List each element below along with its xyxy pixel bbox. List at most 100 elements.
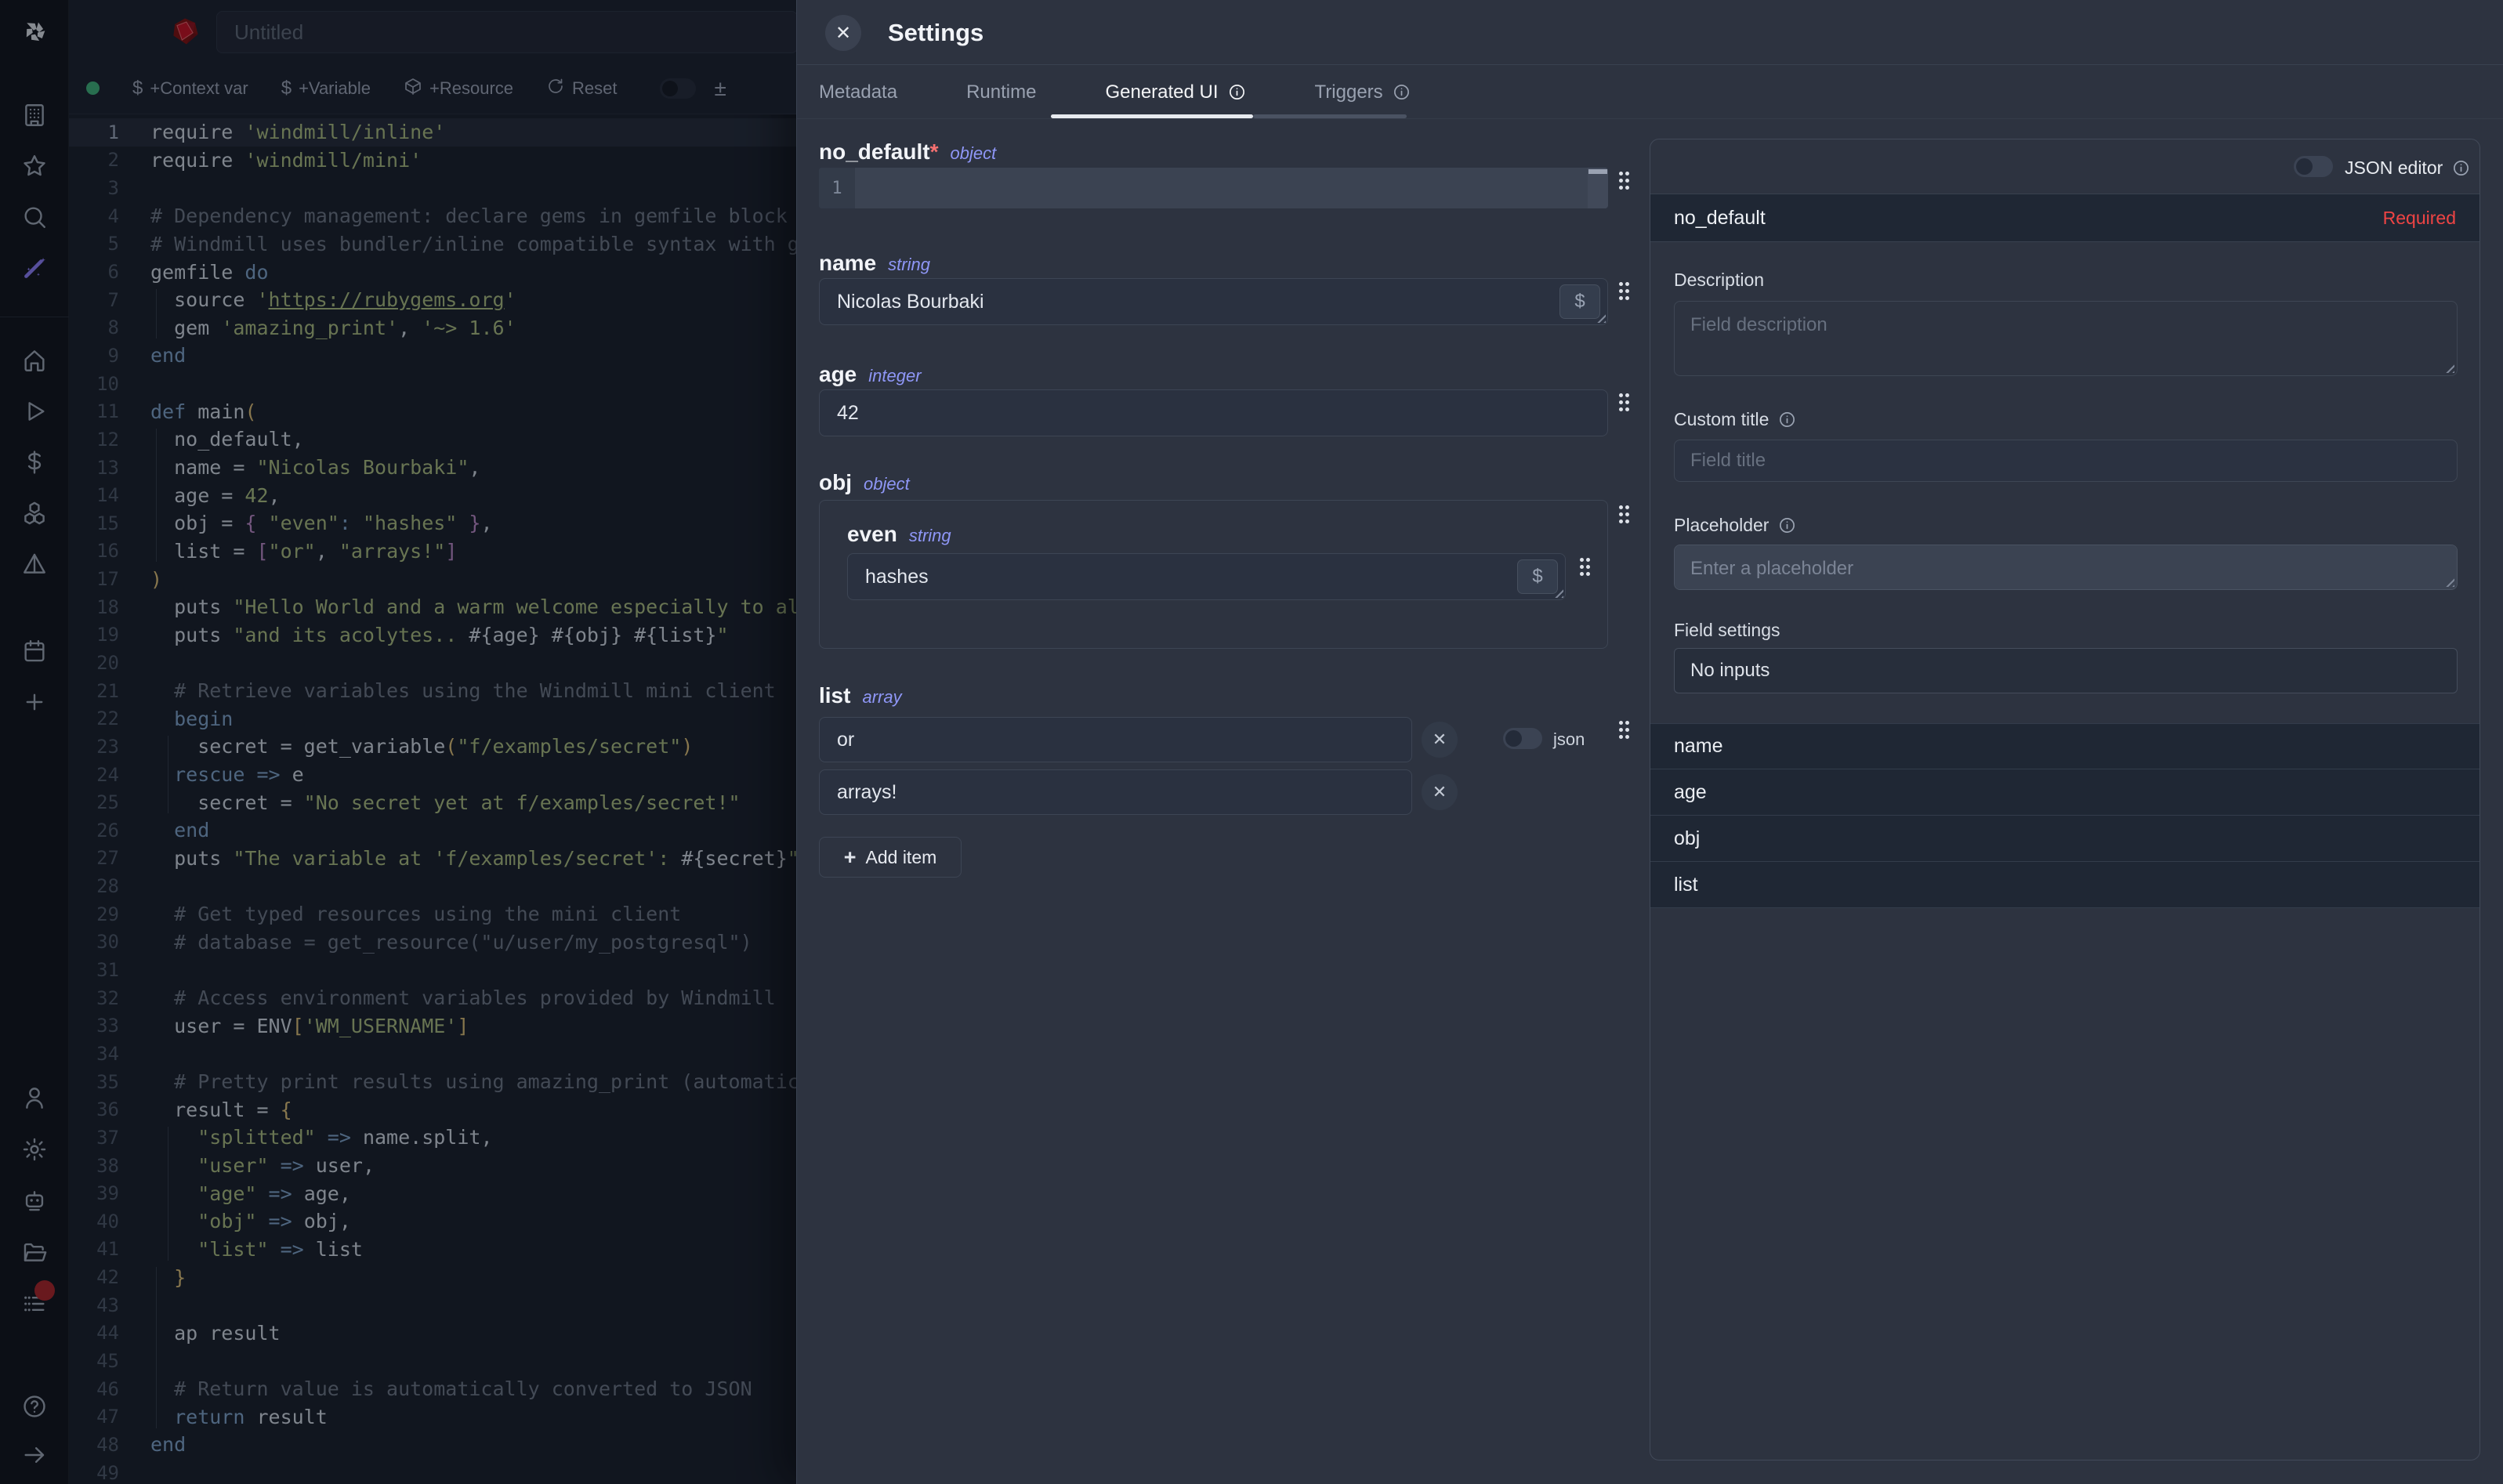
code-line[interactable]: 21 # Retrieve variables using the Windmi… <box>69 677 796 705</box>
tab-generated-ui[interactable]: Generated UI <box>1105 81 1245 103</box>
code-line[interactable]: 26 end <box>69 816 796 845</box>
drag-handle-age[interactable] <box>1619 393 1629 412</box>
search-icon[interactable] <box>20 203 49 231</box>
code-line[interactable]: 19 puts "and its acolytes.. #{age} #{obj… <box>69 621 796 650</box>
code-line[interactable]: 7 source 'https://rubygems.org' <box>69 286 796 314</box>
info-icon[interactable] <box>1228 83 1246 101</box>
field-row-age[interactable]: age <box>1650 769 2479 816</box>
play-icon[interactable] <box>20 397 49 425</box>
code-line[interactable]: 25 secret = "No secret yet at f/examples… <box>69 788 796 816</box>
code-line[interactable]: 29 # Get typed resources using the mini … <box>69 900 796 928</box>
list-menu-icon[interactable] <box>20 1290 49 1318</box>
code-line[interactable]: 44 ap result <box>69 1319 796 1348</box>
code-line[interactable]: 18 puts "Hello World and a warm welcome … <box>69 593 796 621</box>
placeholder-textarea[interactable] <box>1674 545 2458 590</box>
code-line[interactable]: 35 # Pretty print results using amazing_… <box>69 1068 796 1096</box>
tab-runtime[interactable]: Runtime <box>966 81 1036 103</box>
star-icon[interactable] <box>20 152 49 180</box>
editor-toggle[interactable] <box>660 78 696 99</box>
code-line[interactable]: 39 "age" => age, <box>69 1179 796 1207</box>
code-line[interactable]: 20 <box>69 649 796 677</box>
name-field-input[interactable]: Nicolas Bourbaki $ <box>819 278 1608 325</box>
field-row-name[interactable]: name <box>1650 723 2479 769</box>
add-variable-button[interactable]: $ +Variable <box>281 78 371 99</box>
code-line[interactable]: 6gemfile do <box>69 258 796 286</box>
code-line[interactable]: 1require 'windmill/inline' <box>69 118 796 147</box>
code-line[interactable]: 32 # Access environment variables provid… <box>69 984 796 1012</box>
code-line[interactable]: 13 name = "Nicolas Bourbaki", <box>69 454 796 482</box>
code-line[interactable]: 46 # Return value is automatically conve… <box>69 1375 796 1403</box>
code-line[interactable]: 24 rescue => e <box>69 761 796 789</box>
no-default-json-input[interactable]: 1 <box>819 168 1608 208</box>
drag-handle-name[interactable] <box>1619 282 1629 301</box>
drag-handle-no_default[interactable] <box>1619 172 1629 190</box>
add-resource-button[interactable]: +Resource <box>404 77 513 100</box>
code-line[interactable]: 8 gem 'amazing_print', '~> 1.6' <box>69 313 796 342</box>
code-line[interactable]: 38 "user" => user, <box>69 1152 796 1180</box>
json-editor-toggle[interactable] <box>2294 156 2333 177</box>
info-icon[interactable] <box>1778 411 1796 429</box>
code-line[interactable]: 10 <box>69 370 796 398</box>
add-item-button[interactable]: + Add item <box>819 837 962 878</box>
pyramid-icon[interactable] <box>20 550 49 578</box>
remove-item-icon[interactable]: ✕ <box>1422 722 1458 758</box>
code-line[interactable]: 48end <box>69 1431 796 1459</box>
description-textarea[interactable] <box>1674 301 2458 376</box>
custom-title-input[interactable] <box>1674 440 2458 482</box>
tab-triggers[interactable]: Triggers <box>1315 81 1411 103</box>
json-toggle[interactable] <box>1503 728 1542 749</box>
plus-icon[interactable] <box>20 688 49 716</box>
code-line[interactable]: 17) <box>69 565 796 593</box>
boxes-icon[interactable] <box>20 499 49 527</box>
code-line[interactable]: 27 puts "The variable at 'f/examples/sec… <box>69 845 796 873</box>
code-line[interactable]: 37 "splitted" => name.split, <box>69 1124 796 1152</box>
folder-open-icon[interactable] <box>20 1238 49 1266</box>
code-line[interactable]: 23 secret = get_variable("f/examples/sec… <box>69 733 796 761</box>
field-row-obj[interactable]: obj <box>1650 816 2479 862</box>
code-line[interactable]: 42 } <box>69 1263 796 1291</box>
code-line[interactable]: 12 no_default, <box>69 425 796 454</box>
reset-button[interactable]: Reset <box>546 77 617 100</box>
code-line[interactable]: 31 <box>69 956 796 984</box>
code-line[interactable]: 16 list = ["or", "arrays!"] <box>69 537 796 566</box>
code-line[interactable]: 3 <box>69 174 796 202</box>
remove-item-icon[interactable]: ✕ <box>1422 774 1458 810</box>
code-line[interactable]: 5# Windmill uses bundler/inline compatib… <box>69 230 796 259</box>
code-line[interactable]: 36 result = { <box>69 1095 796 1124</box>
arrow-right-icon[interactable] <box>20 1441 49 1469</box>
field-row-list[interactable]: list <box>1650 862 2479 908</box>
tab-metadata[interactable]: Metadata <box>819 81 897 103</box>
code-line[interactable]: 41 "list" => list <box>69 1236 796 1264</box>
list-item-input-1[interactable]: arrays! <box>819 769 1412 815</box>
help-icon[interactable] <box>20 1392 49 1421</box>
code-line[interactable]: 34 <box>69 1040 796 1068</box>
home-icon[interactable] <box>20 346 49 375</box>
code-line[interactable]: 49 <box>69 1459 796 1484</box>
age-field-input[interactable]: 42 <box>819 389 1608 436</box>
bot-icon[interactable] <box>20 1186 49 1214</box>
add-context-var-button[interactable]: $ +Context var <box>132 78 248 99</box>
code-line[interactable]: 30 # database = get_resource("u/user/my_… <box>69 928 796 957</box>
mini-editor-scrollbar[interactable] <box>1588 169 1607 174</box>
selected-field-row[interactable]: no_default Required <box>1650 194 2479 242</box>
gear-icon[interactable] <box>20 1135 49 1164</box>
wand-icon[interactable] <box>20 254 49 282</box>
code-line[interactable]: 15 obj = { "even": "hashes" }, <box>69 509 796 537</box>
info-icon[interactable] <box>1393 83 1411 101</box>
code-line[interactable]: 2require 'windmill/mini' <box>69 147 796 175</box>
code-line[interactable]: 45 <box>69 1347 796 1375</box>
dollar-icon[interactable] <box>20 448 49 476</box>
insert-variable-button[interactable]: $ <box>1559 284 1600 319</box>
user-icon[interactable] <box>20 1084 49 1112</box>
calendar-icon[interactable] <box>20 637 49 665</box>
building-icon[interactable] <box>20 101 49 129</box>
script-title-input[interactable] <box>216 11 796 53</box>
list-item-input-0[interactable]: or <box>819 717 1412 762</box>
code-editor[interactable]: 1require 'windmill/inline'2require 'wind… <box>69 114 796 1484</box>
drag-handle-list[interactable] <box>1619 721 1629 740</box>
insert-variable-button[interactable]: $ <box>1517 559 1558 594</box>
info-icon[interactable] <box>2452 159 2470 177</box>
info-icon[interactable] <box>1778 516 1796 534</box>
code-line[interactable]: 40 "obj" => obj, <box>69 1207 796 1236</box>
code-line[interactable]: 47 return result <box>69 1403 796 1431</box>
